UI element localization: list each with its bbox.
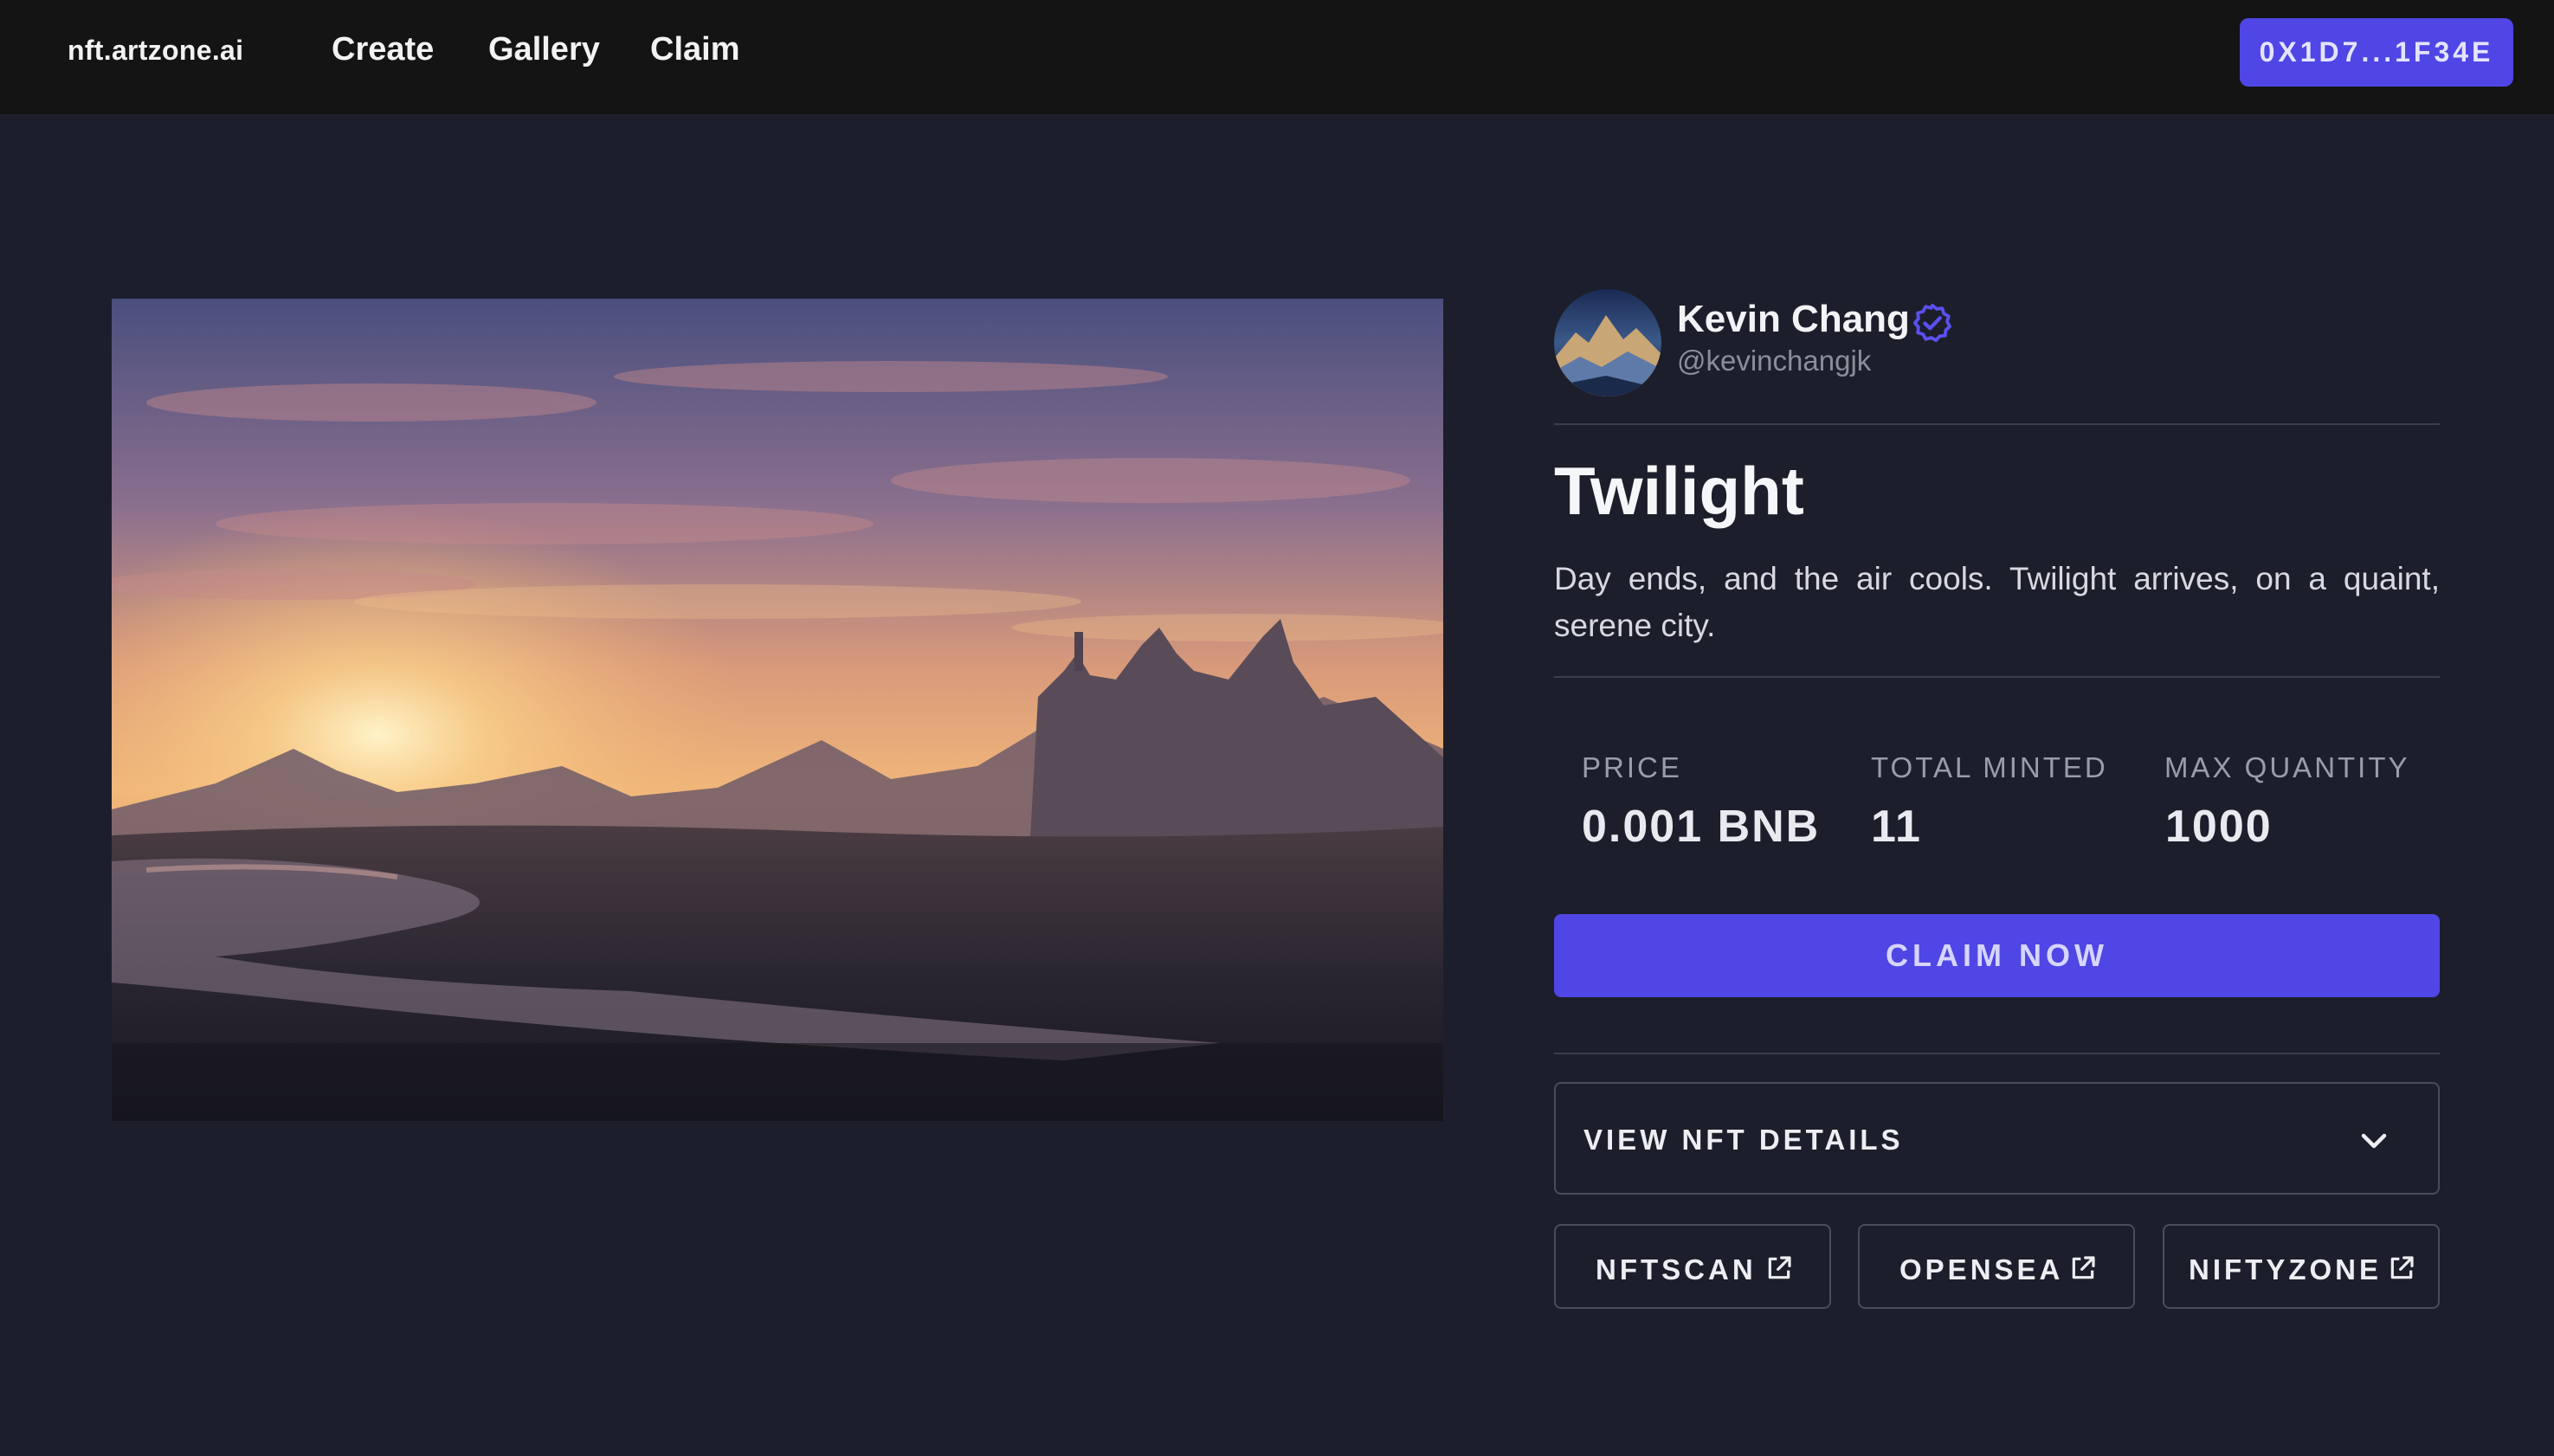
external-link-icon xyxy=(2390,1256,2414,1279)
stat-value-price: 0.001 BNB xyxy=(1582,802,1821,852)
wallet-address-button[interactable]: 0X1D7...1F34E xyxy=(2240,18,2513,87)
avatar-image xyxy=(1554,289,1661,396)
top-navbar: nft.artzone.ai Create Gallery Claim 0X1D… xyxy=(0,0,2554,114)
creator-handle[interactable]: @kevinchangjk xyxy=(1677,345,1871,377)
opensea-link-button[interactable]: OPENSEA xyxy=(1858,1224,2135,1309)
view-nft-details-toggle[interactable]: VIEW NFT DETAILS xyxy=(1554,1082,2440,1195)
nav-link-gallery[interactable]: Gallery xyxy=(488,31,600,68)
artwork-landscape-illustration xyxy=(112,299,1443,1121)
external-link-icon xyxy=(2072,1256,2095,1279)
nftscan-link-button[interactable]: NFTSCAN xyxy=(1554,1224,1831,1309)
nft-artwork-image xyxy=(112,299,1443,1121)
creator-avatar[interactable] xyxy=(1554,289,1661,396)
niftyzone-label: NIFTYZONE xyxy=(2189,1253,2382,1285)
nav-link-create[interactable]: Create xyxy=(332,31,434,68)
divider xyxy=(1554,676,2440,678)
opensea-label: OPENSEA xyxy=(1899,1253,2064,1285)
stat-label-total-minted: TOTAL MINTED xyxy=(1871,751,2108,783)
stat-value-max-quantity: 1000 xyxy=(2165,802,2273,852)
nftscan-label: NFTSCAN xyxy=(1596,1253,1757,1285)
nft-title: Twilight xyxy=(1554,453,1804,529)
claim-now-button[interactable]: CLAIM NOW xyxy=(1554,914,2440,997)
details-toggle-label: VIEW NFT DETAILS xyxy=(1583,1124,1904,1156)
stat-label-price: PRICE xyxy=(1582,751,1682,783)
stat-value-total-minted: 11 xyxy=(1871,802,1922,852)
external-link-icon xyxy=(1768,1256,1791,1279)
divider xyxy=(1554,423,2440,425)
stat-label-max-quantity: MAX QUANTITY xyxy=(2164,751,2410,783)
divider xyxy=(1554,1053,2440,1054)
verified-badge-icon xyxy=(1912,303,1952,343)
niftyzone-link-button[interactable]: NIFTYZONE xyxy=(2163,1224,2440,1309)
chevron-down-icon xyxy=(2361,1133,2387,1149)
creator-name[interactable]: Kevin Chang xyxy=(1677,298,1910,341)
nft-description: Day ends, and the air cools. Twilight ar… xyxy=(1554,561,2440,643)
brand-logo-link[interactable]: nft.artzone.ai xyxy=(68,35,243,67)
nav-link-claim[interactable]: Claim xyxy=(650,31,739,68)
